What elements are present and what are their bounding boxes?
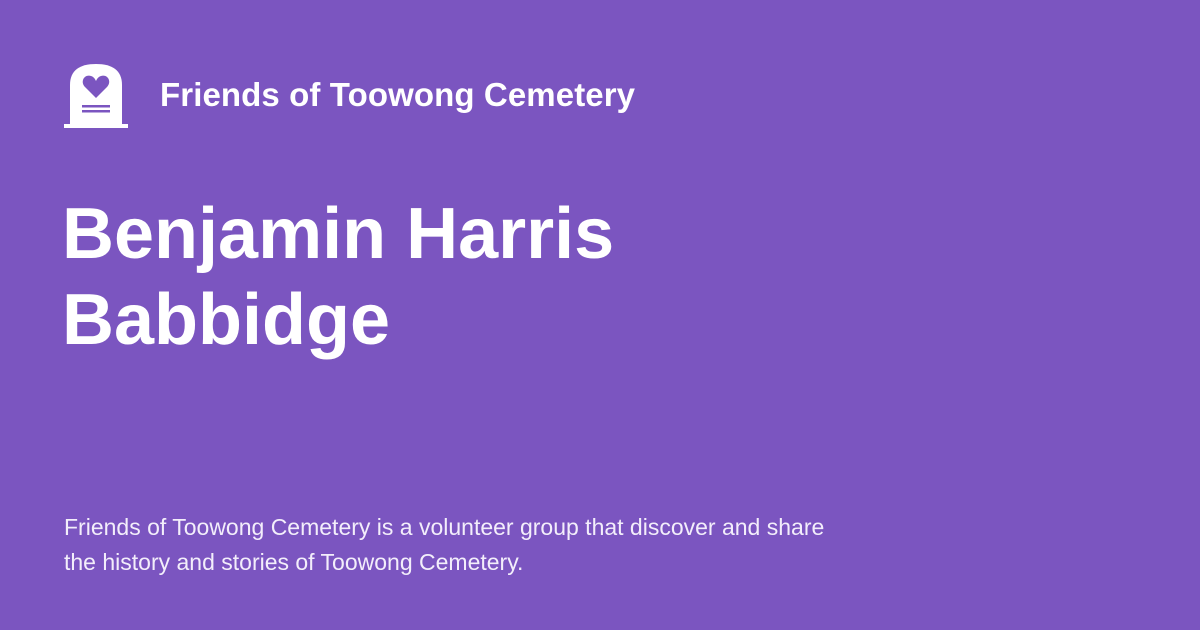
site-name: Friends of Toowong Cemetery (160, 75, 636, 113)
social-card: Friends of Toowong Cemetery Benjamin Har… (0, 0, 1200, 630)
site-description: Friends of Toowong Cemetery is a volunte… (64, 514, 825, 575)
page-title: Benjamin Harris Babbidge (62, 194, 615, 360)
site-brand: Friends of Toowong Cemetery (64, 62, 635, 128)
headstone-heart-icon (64, 64, 128, 128)
